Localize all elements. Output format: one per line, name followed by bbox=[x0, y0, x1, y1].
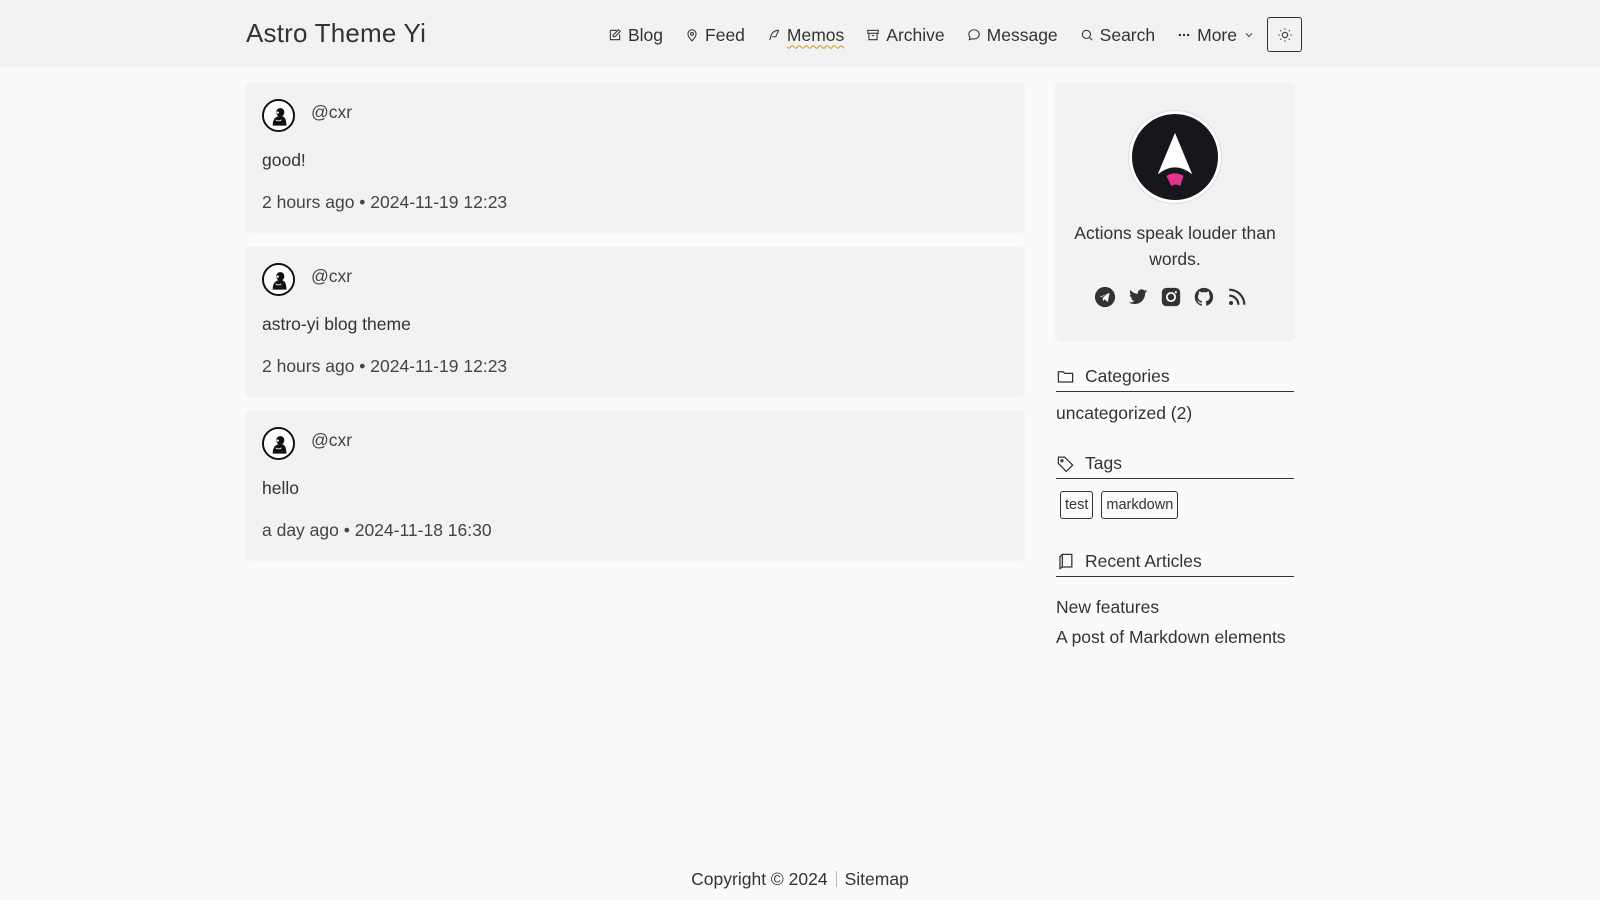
recent-articles-list: New features A post of Markdown elements bbox=[1056, 592, 1286, 652]
tag-chip[interactable]: markdown bbox=[1101, 491, 1179, 519]
message-icon bbox=[966, 27, 982, 43]
search-icon bbox=[1079, 27, 1095, 43]
nav-search[interactable]: Search bbox=[1079, 22, 1155, 48]
memo-list: @cxr good! 2 hours ago • 2024-11-19 12:2… bbox=[246, 83, 1024, 575]
recent-article-link[interactable]: New features bbox=[1056, 592, 1286, 622]
tags-heading: Tags bbox=[1056, 449, 1294, 479]
dots-icon bbox=[1176, 27, 1192, 43]
avatar bbox=[262, 263, 295, 296]
chevron-down-icon bbox=[1245, 33, 1253, 38]
twitter-icon[interactable] bbox=[1127, 286, 1149, 308]
avatar bbox=[262, 99, 295, 132]
nav-memos[interactable]: Memos bbox=[766, 22, 844, 48]
archive-icon bbox=[865, 27, 881, 43]
nav-blog-label: Blog bbox=[628, 24, 664, 45]
site-title[interactable]: Astro Theme Yi bbox=[246, 18, 426, 49]
nav-search-label: Search bbox=[1099, 24, 1156, 45]
nav-feed[interactable]: Feed bbox=[684, 22, 745, 48]
nav-feed-label: Feed bbox=[705, 24, 745, 45]
memo-timestamp: 2 hours ago • 2024-11-19 12:23 bbox=[262, 192, 508, 212]
tags-title: Tags bbox=[1085, 453, 1122, 473]
nav-more[interactable]: More bbox=[1176, 22, 1255, 48]
memo-content: hello bbox=[262, 478, 299, 498]
tag-list: test markdown bbox=[1060, 491, 1186, 519]
theme-toggle-button[interactable] bbox=[1267, 17, 1302, 52]
main-nav: Blog Feed Memos Archive Message Search M… bbox=[607, 22, 1276, 48]
memo-author[interactable]: @cxr bbox=[311, 266, 352, 287]
memo-card: @cxr astro-yi blog theme 2 hours ago • 2… bbox=[246, 247, 1024, 395]
folder-icon bbox=[1057, 371, 1074, 383]
profile-card: Actions speak louder than words. bbox=[1056, 83, 1294, 339]
recent-articles-heading: Recent Articles bbox=[1056, 547, 1294, 577]
footer-divider bbox=[835, 871, 837, 887]
nav-archive-label: Archive bbox=[886, 24, 945, 45]
memo-content: astro-yi blog theme bbox=[262, 314, 411, 334]
memo-author[interactable]: @cxr bbox=[311, 430, 352, 451]
github-icon[interactable] bbox=[1193, 286, 1215, 308]
tag-icon bbox=[1057, 456, 1074, 473]
profile-motto: Actions speak louder than words. bbox=[1074, 223, 1276, 269]
nav-blog[interactable]: Blog bbox=[607, 22, 663, 48]
memo-content: good! bbox=[262, 150, 306, 170]
sun-icon bbox=[1277, 27, 1292, 42]
nav-message[interactable]: Message bbox=[966, 22, 1058, 48]
memo-timestamp: a day ago • 2024-11-18 16:30 bbox=[262, 520, 492, 540]
memo-timestamp: 2 hours ago • 2024-11-19 12:23 bbox=[262, 356, 508, 376]
copyright-text: Copyright © 2024 bbox=[691, 869, 828, 889]
categories-title: Categories bbox=[1085, 366, 1170, 386]
profile-avatar bbox=[1129, 111, 1221, 203]
book-icon bbox=[1059, 553, 1073, 570]
recent-article-link[interactable]: A post of Markdown elements bbox=[1056, 622, 1286, 652]
memo-card: @cxr hello a day ago • 2024-11-18 16:30 bbox=[246, 411, 1024, 559]
tag-chip[interactable]: test bbox=[1060, 491, 1094, 519]
rss-icon[interactable] bbox=[1226, 286, 1248, 308]
nav-archive[interactable]: Archive bbox=[865, 22, 945, 48]
feather-icon bbox=[766, 27, 782, 43]
sitemap-link[interactable]: Sitemap bbox=[845, 869, 909, 889]
telegram-icon[interactable] bbox=[1094, 286, 1116, 308]
nav-more-label: More bbox=[1197, 24, 1237, 45]
memo-author[interactable]: @cxr bbox=[311, 102, 352, 123]
memo-card: @cxr good! 2 hours ago • 2024-11-19 12:2… bbox=[246, 83, 1024, 231]
instagram-icon[interactable] bbox=[1160, 286, 1182, 308]
nav-memos-label: Memos bbox=[786, 24, 845, 45]
edit-icon bbox=[607, 27, 623, 43]
map-pin-icon bbox=[684, 27, 700, 43]
category-link[interactable]: uncategorized (2) bbox=[1056, 403, 1192, 424]
site-header: Astro Theme Yi Blog Feed Memos Archive M… bbox=[0, 0, 1600, 67]
avatar bbox=[262, 427, 295, 460]
recent-articles-title: Recent Articles bbox=[1085, 551, 1202, 571]
nav-message-label: Message bbox=[986, 24, 1058, 45]
social-links bbox=[1094, 286, 1259, 308]
site-footer: Copyright © 2024 Sitemap bbox=[0, 869, 1600, 890]
categories-heading: Categories bbox=[1056, 362, 1294, 392]
